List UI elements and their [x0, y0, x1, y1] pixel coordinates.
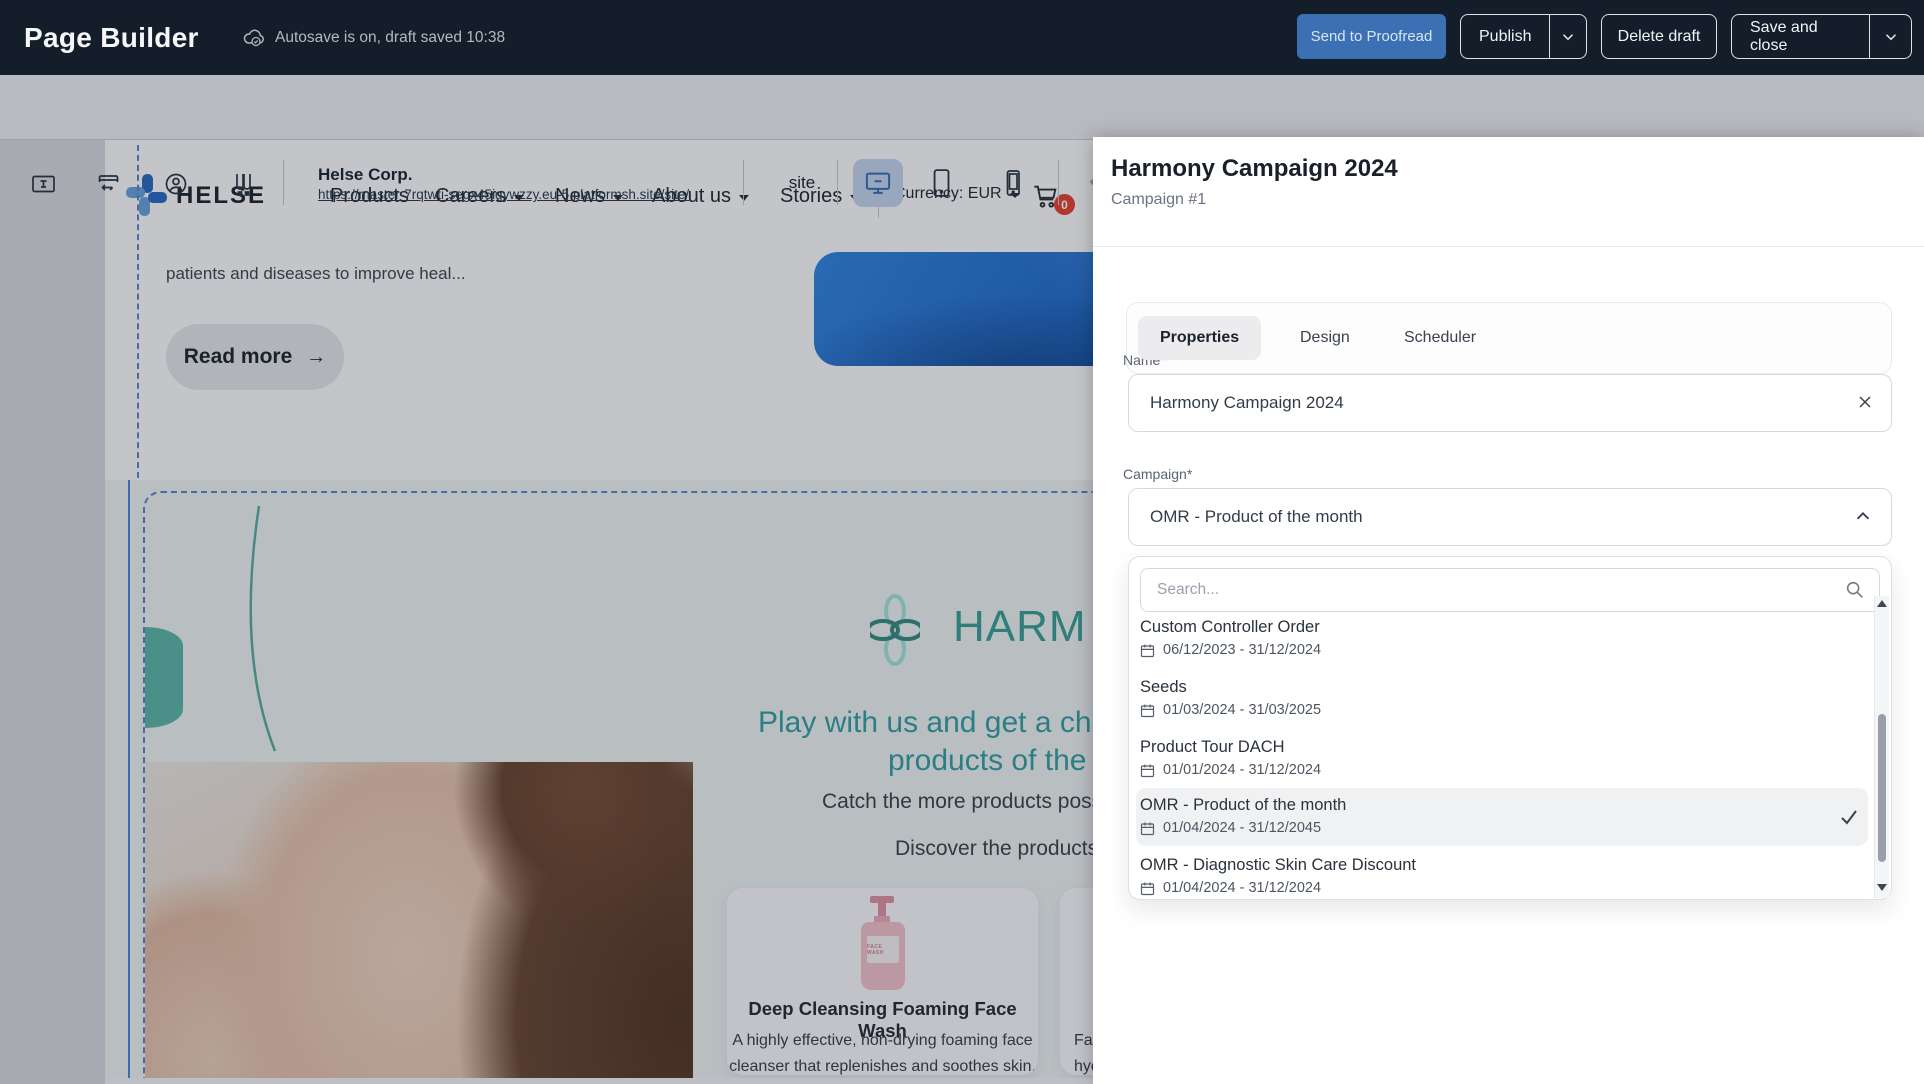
campaign-option[interactable]: Custom Controller Order 06/12/2023 - 31/…: [1140, 618, 1868, 675]
dropdown-scrollbar-thumb[interactable]: [1878, 714, 1886, 862]
calendar-icon: [1140, 821, 1155, 836]
send-to-proofread-button[interactable]: Send to Proofread: [1297, 14, 1446, 59]
autosave-status: Autosave is on, draft saved 10:38: [242, 0, 505, 75]
check-icon: [1838, 806, 1860, 828]
save-and-close-split-button[interactable]: Save and close: [1731, 14, 1912, 59]
publish-split-button[interactable]: Publish: [1460, 14, 1587, 59]
calendar-icon: [1140, 703, 1155, 718]
cloud-check-icon: [242, 26, 266, 50]
panel-divider: [1093, 246, 1924, 247]
campaign-option[interactable]: OMR - Diagnostic Skin Care Discount 01/0…: [1140, 856, 1868, 913]
campaign-search-input[interactable]: [1140, 568, 1880, 612]
chevron-down-icon: [1882, 28, 1900, 46]
campaign-option[interactable]: Product Tour DACH 01/01/2024 - 31/12/202…: [1140, 738, 1868, 795]
publish-dropdown-toggle[interactable]: [1550, 15, 1586, 58]
tab-scheduler[interactable]: Scheduler: [1382, 316, 1498, 360]
app-topbar: Page Builder Autosave is on, draft saved…: [0, 0, 1924, 75]
campaign-option[interactable]: Seeds 01/03/2024 - 31/03/2025: [1140, 678, 1868, 735]
tab-design[interactable]: Design: [1278, 316, 1372, 360]
campaign-select-value: OMR - Product of the month: [1150, 507, 1363, 527]
panel-subtitle: Campaign #1: [1111, 191, 1206, 209]
app-title: Page Builder: [24, 0, 199, 75]
chevron-down-icon: [1559, 28, 1577, 46]
campaign-option-selected[interactable]: OMR - Product of the month 01/04/2024 - …: [1140, 796, 1868, 853]
save-and-close-button[interactable]: Save and close: [1732, 15, 1869, 58]
tab-properties[interactable]: Properties: [1138, 316, 1261, 360]
calendar-icon: [1140, 763, 1155, 778]
publish-button[interactable]: Publish: [1461, 15, 1549, 58]
clear-name-icon[interactable]: [1856, 393, 1874, 411]
panel-title: Harmony Campaign 2024: [1111, 155, 1398, 183]
name-input[interactable]: [1128, 374, 1892, 432]
search-icon: [1844, 579, 1866, 601]
calendar-icon: [1140, 881, 1155, 896]
campaign-field-label: Campaign*: [1123, 466, 1192, 482]
chevron-up-icon[interactable]: [1852, 506, 1874, 528]
save-dropdown-toggle[interactable]: [1870, 15, 1911, 58]
scroll-down-arrow[interactable]: [1877, 884, 1887, 891]
delete-draft-button[interactable]: Delete draft: [1601, 14, 1717, 59]
campaign-select[interactable]: OMR - Product of the month: [1128, 488, 1892, 546]
calendar-icon: [1140, 643, 1155, 658]
scroll-up-arrow[interactable]: [1877, 600, 1887, 607]
